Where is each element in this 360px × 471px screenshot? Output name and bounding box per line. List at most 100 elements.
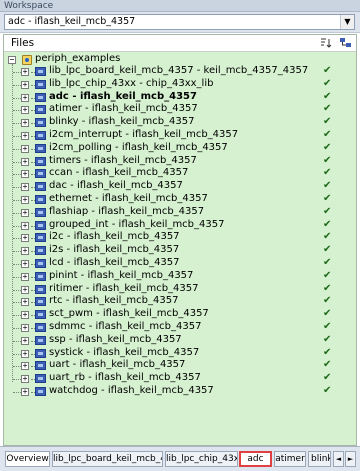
tree-item[interactable]: + i2c - iflash_keil_mcb_4357 ✔ — [4, 231, 356, 244]
tree-item[interactable]: + pinint - iflash_keil_mcb_4357 ✔ — [4, 270, 356, 283]
tree-item[interactable]: + ccan - iflash_keil_mcb_4357 ✔ — [4, 167, 356, 180]
tab-overview[interactable]: Overview — [5, 451, 50, 467]
project-folder-icon — [35, 118, 46, 127]
tree-connector — [13, 264, 21, 265]
tree-connector — [13, 277, 21, 278]
check-icon: ✔ — [323, 283, 332, 294]
tab-scroll-left-icon[interactable]: ◄ — [333, 451, 344, 467]
check-icon: ✔ — [323, 244, 332, 255]
project-folder-icon — [35, 246, 46, 255]
project-folder-icon — [35, 233, 46, 242]
tab-label: lib_lpc_chip_43xx — [166, 454, 238, 464]
chevron-down-icon[interactable]: ▼ — [340, 15, 354, 29]
expand-icon[interactable]: + — [21, 81, 29, 89]
expand-icon[interactable]: + — [21, 183, 29, 191]
tree-item[interactable]: + uart_rb - iflash_keil_mcb_4357 ✔ — [4, 372, 356, 385]
expand-icon[interactable]: + — [21, 388, 29, 396]
project-folder-icon — [35, 259, 46, 268]
tree-connector — [13, 110, 21, 111]
file-tree: − periph_examples + lib_lpc_board_keil_mc… — [4, 52, 356, 400]
tree-item[interactable]: + lib_lpc_board_keil_mcb_4357 - keil_mcb_… — [4, 65, 356, 78]
expand-icon[interactable]: + — [21, 362, 29, 370]
tree-root-label: periph_examples — [35, 53, 121, 64]
expand-icon[interactable]: + — [21, 106, 29, 114]
project-folder-icon — [35, 387, 46, 396]
expand-icon[interactable]: + — [21, 94, 29, 102]
tree-item[interactable]: + lib_lpc_chip_43xx - chip_43xx_lib ✔ — [4, 78, 356, 91]
tree-connector — [13, 226, 21, 227]
tree-item-label: blinky - iflash_keil_mcb_4357 — [49, 116, 195, 127]
expand-icon[interactable]: + — [21, 119, 29, 127]
tree-item[interactable]: + ssp - iflash_keil_mcb_4357 ✔ — [4, 334, 356, 347]
expand-icon[interactable]: + — [21, 170, 29, 178]
expand-icon[interactable]: + — [21, 350, 29, 358]
project-folder-icon — [35, 144, 46, 153]
tree-item-label: i2cm_polling - iflash_keil_mcb_4357 — [49, 142, 228, 153]
project-folder-icon — [35, 131, 46, 140]
expand-icon[interactable]: + — [21, 337, 29, 345]
check-icon: ✔ — [323, 142, 332, 153]
tree-item[interactable]: + sdmmc - iflash_keil_mcb_4357 ✔ — [4, 321, 356, 334]
tree-item[interactable]: + ethernet - iflash_keil_mcb_4357 ✔ — [4, 193, 356, 206]
tab-lib-lpc-board[interactable]: lib_lpc_board_keil_mcb_4357 — [52, 451, 163, 467]
tree-item[interactable]: + watchdog - iflash_keil_mcb_4357 ✔ — [4, 385, 356, 398]
tree-item[interactable]: + dac - iflash_keil_mcb_4357 ✔ — [4, 180, 356, 193]
tab-lib-lpc-chip[interactable]: lib_lpc_chip_43xx — [165, 451, 238, 467]
tree-item[interactable]: + flashiap - iflash_keil_mcb_4357 ✔ — [4, 206, 356, 219]
expand-icon[interactable]: + — [21, 68, 29, 76]
project-folder-icon — [35, 349, 46, 358]
expand-icon[interactable]: + — [21, 324, 29, 332]
tree-item[interactable]: + uart - iflash_keil_mcb_4357 ✔ — [4, 359, 356, 372]
tree-connector — [13, 98, 21, 99]
expand-icon[interactable]: + — [21, 158, 29, 166]
project-folder-icon — [35, 374, 46, 383]
expand-icon[interactable]: + — [21, 260, 29, 268]
tree-item-label: adc - iflash_keil_mcb_4357 — [49, 91, 197, 102]
tree-item[interactable]: + rtc - iflash_keil_mcb_4357 ✔ — [4, 295, 356, 308]
sort-icon[interactable] — [319, 37, 332, 49]
tree-item[interactable]: + sct_pwm - iflash_keil_mcb_4357 ✔ — [4, 308, 356, 321]
options-icon[interactable] — [339, 37, 352, 49]
check-icon: ✔ — [323, 193, 332, 204]
expand-icon[interactable]: + — [21, 132, 29, 140]
expand-icon[interactable]: + — [21, 145, 29, 153]
tab-blinky[interactable]: blinky — [308, 451, 331, 467]
tab-scroll-right-icon[interactable]: ► — [345, 451, 356, 467]
expand-icon[interactable]: + — [21, 234, 29, 242]
tab-atimer[interactable]: atimer — [274, 451, 306, 467]
check-icon: ✔ — [323, 372, 332, 383]
expand-icon[interactable]: + — [21, 196, 29, 204]
expand-icon[interactable]: + — [21, 298, 29, 306]
tree-item[interactable]: + lcd - iflash_keil_mcb_4357 ✔ — [4, 257, 356, 270]
collapse-icon[interactable]: − — [8, 56, 16, 64]
tree-item-label: sct_pwm - iflash_keil_mcb_4357 — [49, 308, 209, 319]
tab-label: adc — [247, 454, 264, 464]
expand-icon[interactable]: + — [21, 247, 29, 255]
tree-connector — [13, 290, 21, 291]
tree-item-label: systick - iflash_keil_mcb_4357 — [49, 347, 200, 358]
tabs-bar: Overview lib_lpc_board_keil_mcb_4357 lib… — [0, 446, 360, 471]
expand-icon[interactable]: + — [21, 286, 29, 294]
tree-connector — [13, 149, 21, 150]
tree-item[interactable]: + i2cm_interrupt - iflash_keil_mcb_4357 ✔ — [4, 129, 356, 142]
tree-item[interactable]: + i2cm_polling - iflash_keil_mcb_4357 ✔ — [4, 142, 356, 155]
project-folder-icon — [35, 323, 46, 332]
project-folder-icon — [35, 182, 46, 191]
tree-item[interactable]: + i2s - iflash_keil_mcb_4357 ✔ — [4, 244, 356, 257]
expand-icon[interactable]: + — [21, 311, 29, 319]
tree-connector — [13, 162, 21, 163]
expand-icon[interactable]: + — [21, 222, 29, 230]
project-folder-icon — [35, 169, 46, 178]
tree-item-label: uart_rb - iflash_keil_mcb_4357 — [49, 372, 201, 383]
workspace-title-bar: Workspace — [0, 0, 360, 12]
expand-icon[interactable]: + — [21, 209, 29, 217]
config-select[interactable]: adc - iflash_keil_mcb_4357 ▼ — [4, 14, 355, 30]
project-icon — [22, 55, 32, 65]
check-icon: ✔ — [323, 91, 332, 102]
tree-connector — [13, 213, 21, 214]
tree-item[interactable]: + atimer - iflash_keil_mcb_4357 ✔ — [4, 103, 356, 116]
tree-item[interactable]: + blinky - iflash_keil_mcb_4357 ✔ — [4, 116, 356, 129]
expand-icon[interactable]: + — [21, 375, 29, 383]
expand-icon[interactable]: + — [21, 273, 29, 281]
tab-adc[interactable]: adc — [239, 451, 272, 467]
